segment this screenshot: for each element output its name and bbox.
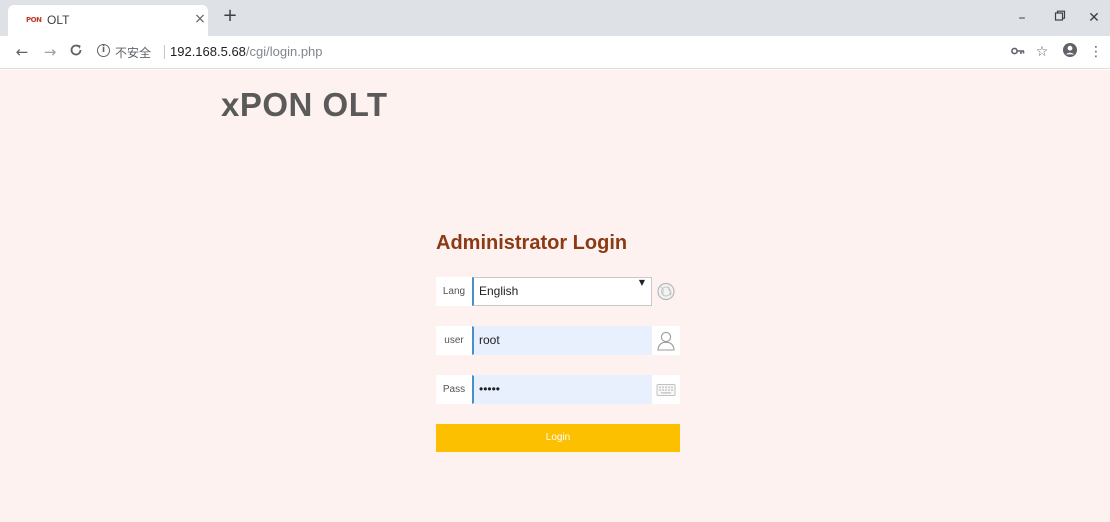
tab-title: OLT	[47, 13, 70, 27]
globe-icon	[657, 282, 675, 301]
browser-tabstrip: PON OLT × + – ✕	[0, 0, 1110, 36]
key-icon[interactable]	[1008, 42, 1028, 62]
reload-glyph	[70, 44, 82, 56]
browser-toolbar: ← → i 不安全 192.168.5.68/cgi/login.php ☆ ⋮	[0, 36, 1110, 69]
brand-title: xPON OLT	[221, 86, 388, 123]
security-label[interactable]: 不安全	[115, 44, 151, 61]
favicon-icon: PON	[26, 16, 42, 24]
account-glyph	[1063, 43, 1077, 57]
url-separator	[164, 45, 165, 59]
url-host: 192.168.5.68	[170, 44, 246, 59]
new-tab-button[interactable]: +	[220, 6, 240, 26]
pass-label: Pass	[436, 375, 472, 404]
lang-selected-value: English	[479, 284, 519, 298]
bookmark-star-icon[interactable]: ☆	[1032, 42, 1052, 62]
reload-icon[interactable]	[66, 42, 86, 62]
menu-dots-icon[interactable]: ⋮	[1086, 42, 1106, 62]
username-input[interactable]: root	[472, 326, 652, 355]
person-icon	[657, 331, 675, 351]
password-input[interactable]: •••••	[472, 375, 652, 404]
lang-select[interactable]: English ▼	[472, 277, 652, 306]
login-button[interactable]: Login	[436, 424, 680, 452]
key-glyph	[1011, 47, 1025, 55]
account-icon[interactable]	[1060, 42, 1080, 62]
login-title: Administrator Login	[436, 232, 628, 254]
browser-tab[interactable]: PON OLT ×	[8, 5, 208, 36]
url-path: /cgi/login.php	[245, 44, 323, 59]
minimize-button[interactable]: –	[1012, 8, 1032, 28]
back-arrow-icon[interactable]: ←	[12, 42, 32, 62]
restore-button[interactable]	[1050, 8, 1070, 28]
user-label: user	[436, 326, 472, 355]
close-window-button[interactable]: ✕	[1084, 8, 1104, 28]
address-bar[interactable]: 192.168.5.68/cgi/login.php	[170, 44, 323, 59]
forward-arrow-icon[interactable]: →	[40, 42, 60, 62]
restore-icon	[1054, 10, 1066, 21]
lang-label: Lang	[436, 277, 472, 306]
dropdown-caret-icon: ▼	[638, 278, 645, 287]
keyboard-icon	[656, 384, 676, 396]
tab-close-icon[interactable]: ×	[192, 11, 208, 27]
pass-addon	[652, 375, 680, 404]
lang-addon	[652, 277, 680, 306]
site-info-icon[interactable]: i	[97, 44, 110, 57]
user-addon	[652, 326, 680, 355]
login-page: xPON OLT Administrator Login Lang Englis…	[0, 70, 1110, 522]
